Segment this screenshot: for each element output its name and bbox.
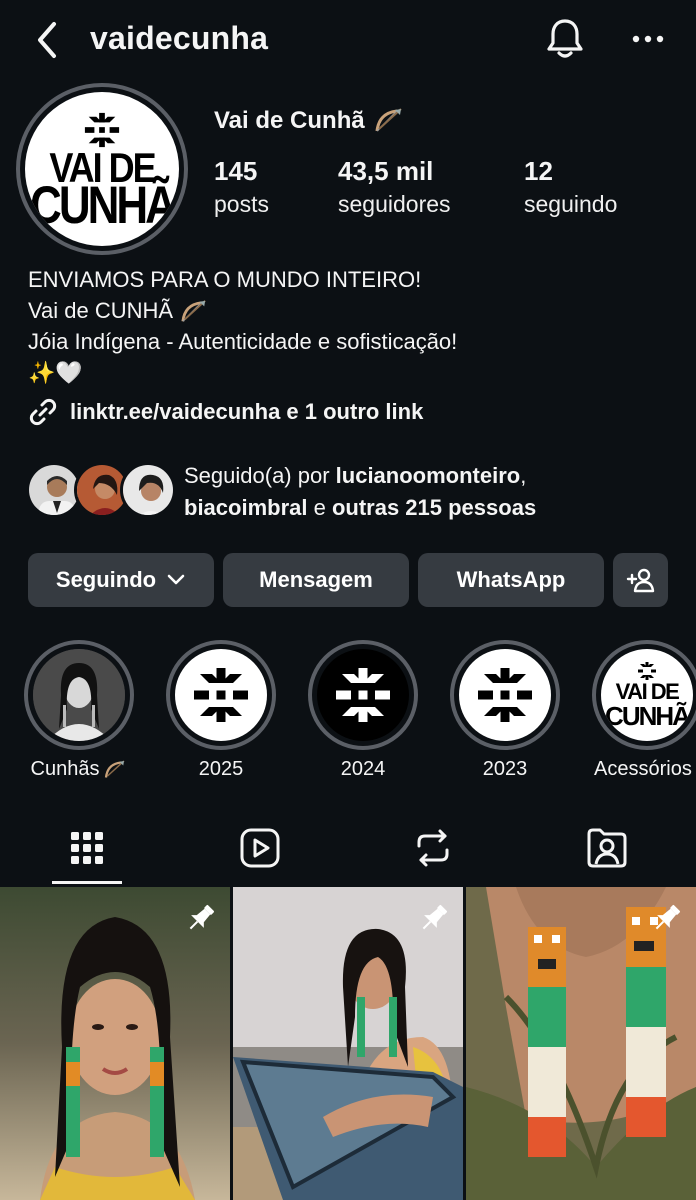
whatsapp-button-label: WhatsApp [456, 567, 566, 592]
following-button[interactable]: Seguindo [28, 553, 214, 607]
reels-icon[interactable] [238, 826, 282, 870]
following-button-label: Seguindo [55, 567, 157, 592]
avatar [120, 462, 176, 518]
stat-value: 12 [524, 156, 553, 186]
highlight-label-text: Cunhãs [30, 758, 100, 780]
followed-by-prefix: Seguido(a) por [184, 463, 336, 488]
bow-and-arrow-icon [105, 759, 125, 778]
highlight-cover: VAI DE CUNHÃ [601, 649, 693, 741]
profile-avatar-ring[interactable]: VAI DE CUNHÃ [16, 83, 188, 255]
avatar-logo-text: CUNHÃ [605, 701, 691, 731]
message-button-label: Mensagem [259, 567, 373, 592]
post-thumbnail[interactable] [0, 887, 230, 1200]
grid-icon[interactable] [65, 826, 109, 870]
top-bar: vaidecunha [0, 0, 696, 80]
other-followers-count[interactable]: outras 215 pessoas [332, 495, 536, 520]
highlight-cunhas[interactable]: Cunhãs [24, 640, 134, 780]
display-name-text: Vai de Cunhã [214, 107, 365, 134]
highlight-ring [308, 640, 418, 750]
post-thumbnail[interactable] [233, 887, 463, 1200]
mutual-follower-name[interactable]: biacoimbral [184, 495, 307, 520]
conjunction: e [307, 495, 332, 520]
highlight-ring [450, 640, 560, 750]
pin-icon [422, 904, 448, 930]
highlight-ring: VAI DE CUNHÃ [592, 640, 696, 750]
bio-line: ENVIAMOS PARA O MUNDO INTEIRO! [28, 267, 422, 292]
stat-posts[interactable]: 145 posts [214, 156, 269, 218]
highlight-ring [166, 640, 276, 750]
highlight-label: 2023 [482, 758, 528, 780]
bio-line: Jóia Indígena - Autenticidade e sofistic… [28, 329, 458, 354]
brand-mark-icon [638, 662, 656, 680]
active-tab-indicator [52, 881, 122, 884]
stat-label: seguidores [338, 191, 451, 217]
whatsapp-button[interactable]: WhatsApp [418, 553, 604, 607]
highlight-cover [33, 649, 125, 741]
pin-icon [189, 904, 215, 930]
highlight-cover [459, 649, 551, 741]
profile-display-name: Vai de Cunhã [214, 107, 405, 135]
highlight-2024[interactable]: 2024 [308, 640, 418, 780]
suggested-accounts-button[interactable] [613, 553, 668, 607]
highlight-label: Acessórios [594, 758, 692, 780]
avatar-logo-text: CUNHÃ [30, 176, 177, 235]
reposts-icon[interactable] [411, 826, 455, 870]
bell-icon[interactable] [544, 16, 586, 60]
stat-label: posts [214, 191, 269, 217]
stat-label: seguindo [524, 191, 618, 217]
highlight-cover [317, 649, 409, 741]
message-button[interactable]: Mensagem [223, 553, 409, 607]
post-thumbnail[interactable] [466, 887, 696, 1200]
avatar-logo-text: VAI DE [615, 679, 680, 704]
chevron-down-icon [167, 574, 185, 585]
highlight-ring [24, 640, 134, 750]
brand-mark-icon [194, 668, 248, 722]
chevron-left-icon[interactable] [30, 18, 66, 62]
tagged-icon[interactable] [585, 826, 629, 870]
followed-by-text[interactable]: Seguido(a) por lucianoomonteiro, biacoim… [184, 460, 684, 524]
profile-link[interactable]: linktr.ee/vaidecunha e 1 outro link [28, 397, 423, 427]
stat-value: 43,5 mil [338, 156, 434, 186]
stat-following[interactable]: 12 seguindo [524, 156, 617, 218]
profile-link-text[interactable]: linktr.ee/vaidecunha e 1 outro link [70, 399, 423, 425]
profile-avatar: VAI DE CUNHÃ [25, 92, 179, 246]
more-horizontal-icon[interactable] [630, 24, 666, 54]
brand-mark-icon [336, 668, 390, 722]
highlight-acessorios[interactable]: VAI DE CUNHÃ Acessórios [592, 640, 696, 780]
profile-bio: ENVIAMOS PARA O MUNDO INTEIRO! Vai de CU… [28, 264, 457, 388]
pin-icon [655, 904, 681, 930]
stat-value: 145 [214, 156, 258, 186]
highlight-2023[interactable]: 2023 [450, 640, 560, 780]
separator: , [520, 463, 527, 488]
bow-and-arrow-icon [181, 300, 206, 322]
profile-username: vaidecunha [90, 20, 269, 56]
link-icon [29, 398, 57, 426]
bow-and-arrow-icon [375, 108, 402, 132]
highlight-2025[interactable]: 2025 [166, 640, 276, 780]
stat-followers[interactable]: 43,5 mil seguidores [338, 156, 451, 218]
mutual-follower-name[interactable]: lucianoomonteiro [336, 463, 521, 488]
add-person-icon [626, 568, 654, 593]
bio-emoji-line: ✨🤍 [28, 360, 83, 385]
bio-line: Vai de CUNHÃ [28, 295, 457, 326]
brand-mark-icon [478, 668, 532, 722]
bio-text: Vai de CUNHÃ [28, 298, 174, 323]
highlight-cover [175, 649, 267, 741]
